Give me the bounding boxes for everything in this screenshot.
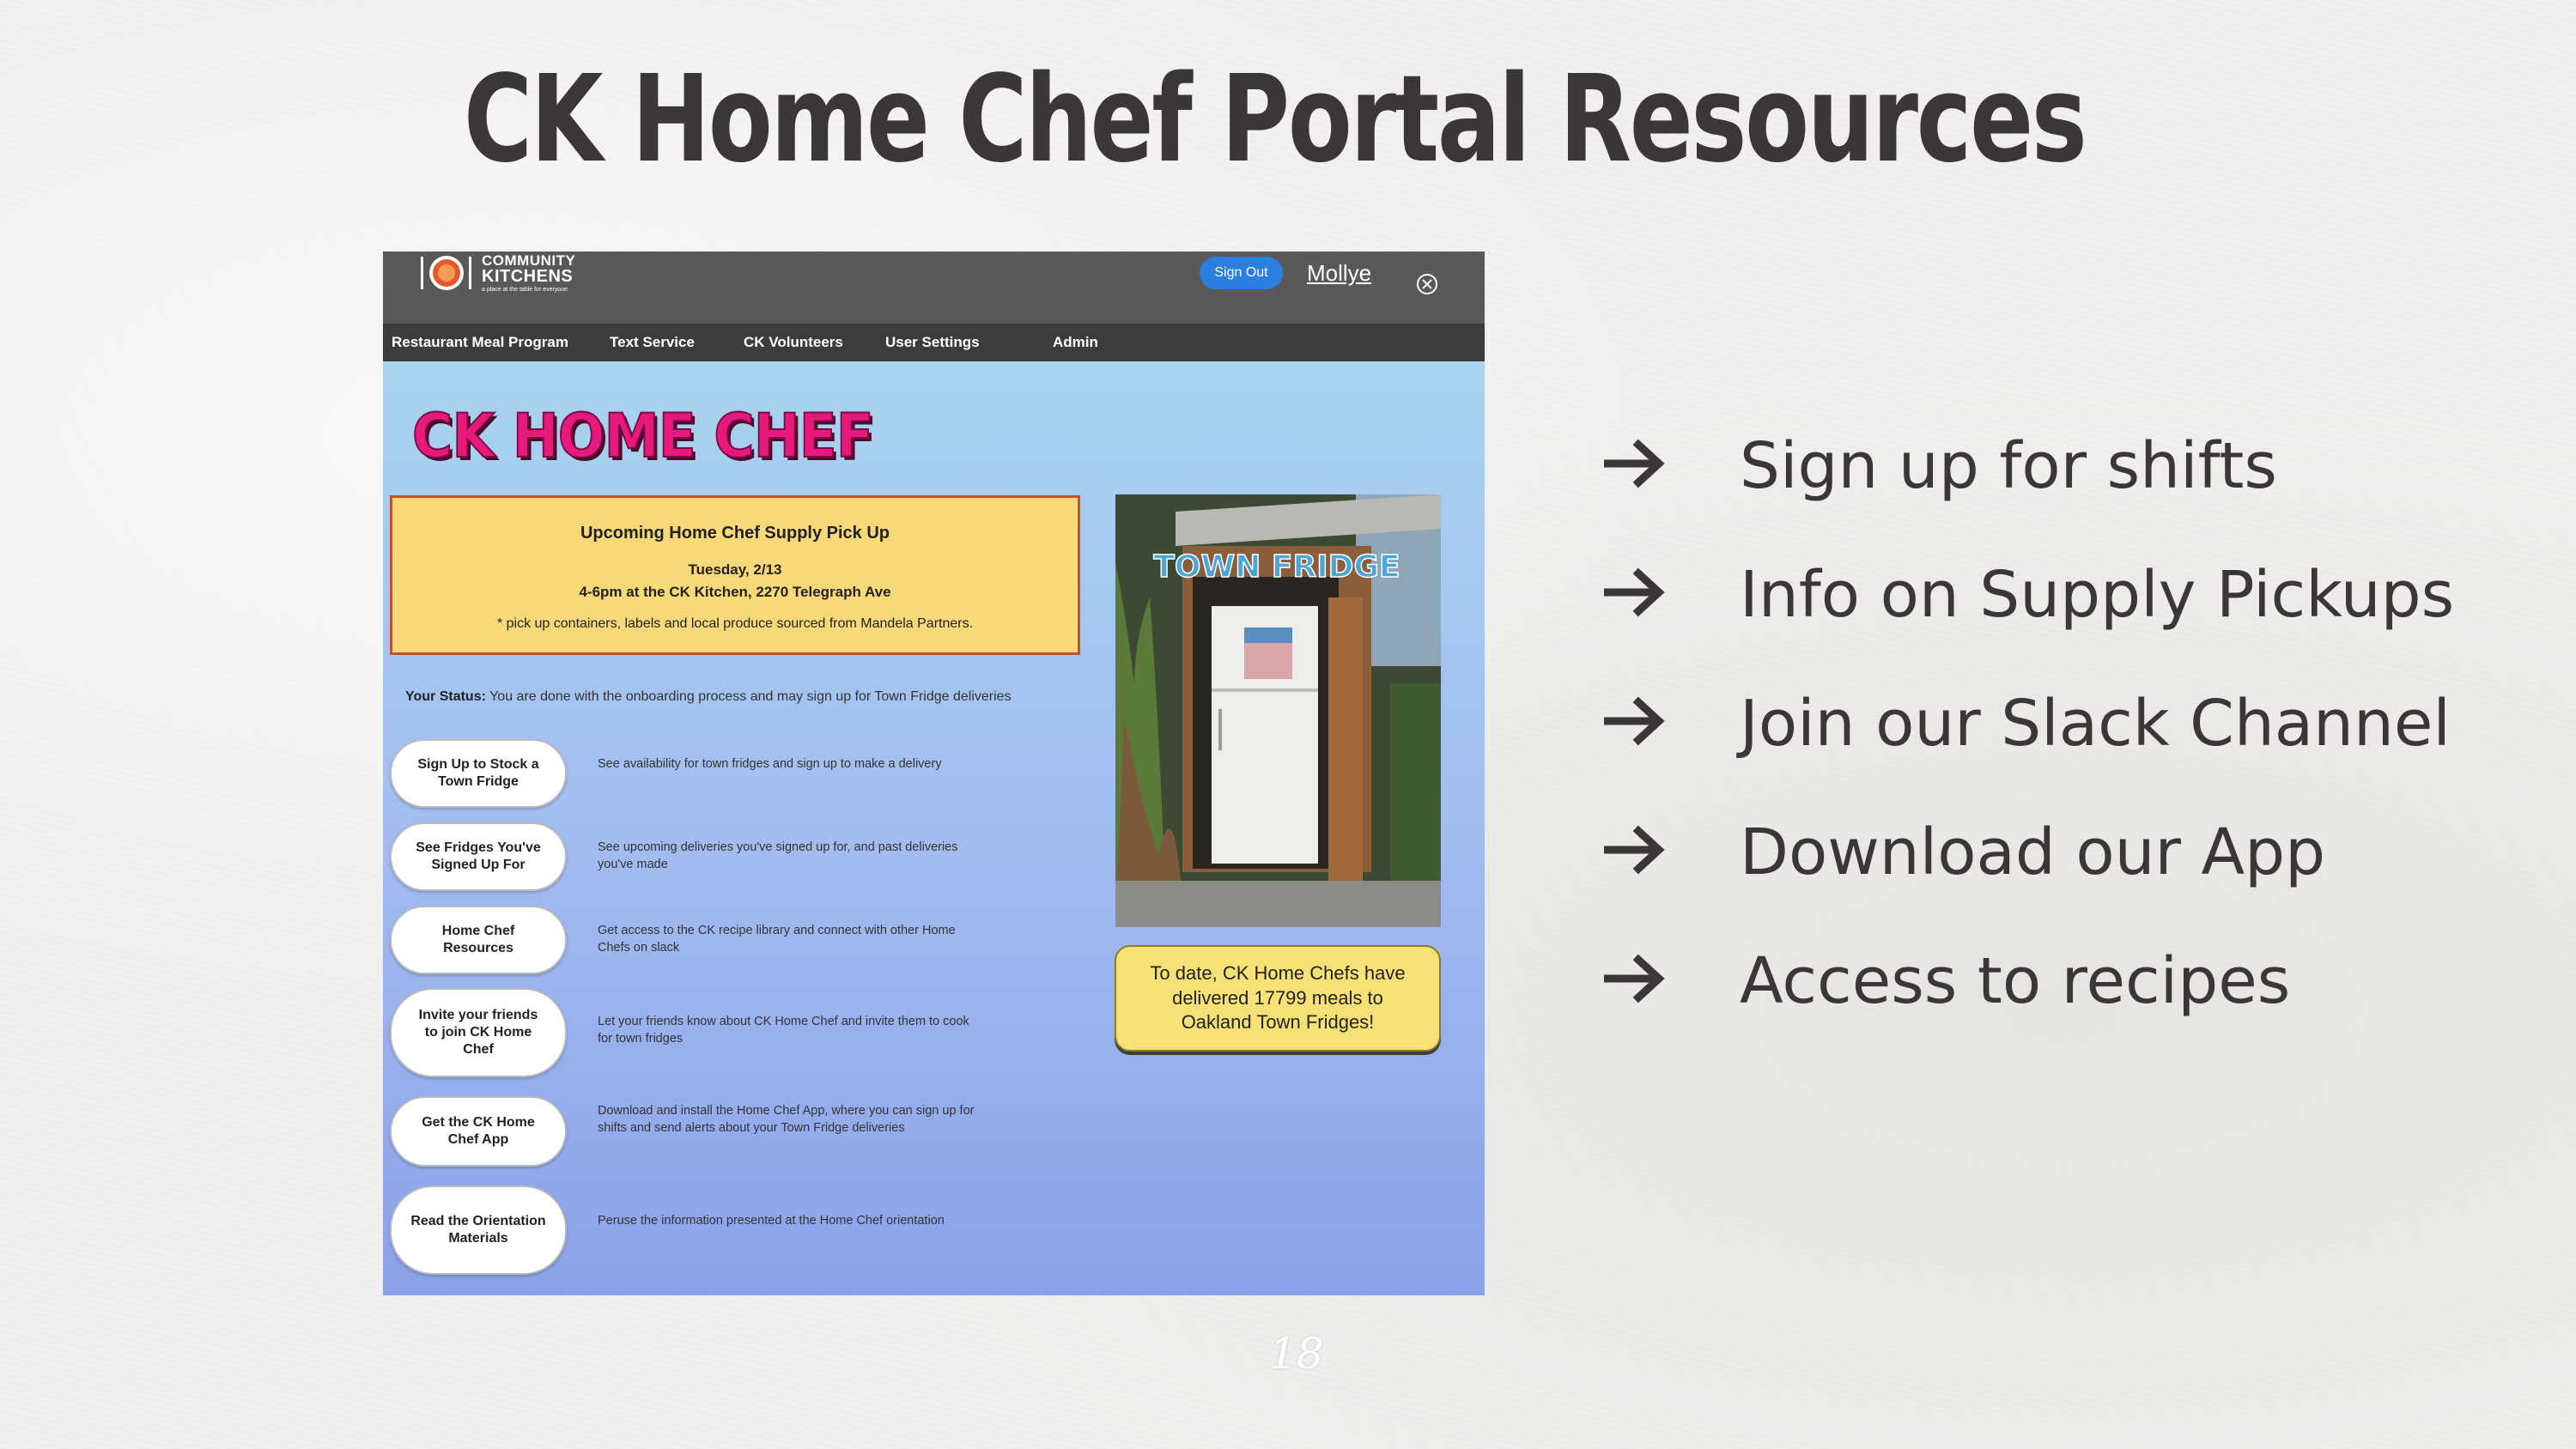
bullet-text: Sign up for shifts [1740, 429, 2277, 503]
nav-admin[interactable]: Admin [1053, 334, 1098, 351]
meals-delivered-counter: To date, CK Home Chefs have delivered 17… [1115, 945, 1441, 1052]
logo-tagline: a place at the table for everyone [482, 287, 568, 293]
bullet-text: Download our App [1740, 815, 2326, 889]
status-label: Your Status: [405, 689, 486, 704]
portal-header: COMMUNITY KITCHENS a place at the table … [383, 252, 1485, 324]
nav-ck-volunteers[interactable]: CK Volunteers [744, 334, 843, 351]
user-status: Your Status: You are done with the onboa… [405, 689, 1012, 705]
invite-friends-desc: Let your friends know about CK Home Chef… [598, 1015, 969, 1046]
see-fridges-desc: See upcoming deliveries you've signed up… [598, 840, 958, 871]
arrow-right-icon [1604, 954, 1665, 1003]
sign-up-fridge-button[interactable]: Sign Up to Stock a Town Fridge [390, 739, 567, 808]
pickup-heading: Upcoming Home Chef Supply Pick Up [580, 524, 890, 543]
see-fridges-button[interactable]: See Fridges You've Signed Up For [390, 822, 567, 891]
pickup-date: Tuesday, 2/13 [688, 561, 782, 578]
home-chef-resources-button[interactable]: Home Chef Resources [390, 906, 567, 974]
orientation-materials-button[interactable]: Read the Orientation Materials [390, 1185, 567, 1275]
arrow-right-icon [1604, 825, 1665, 875]
portal-screenshot: COMMUNITY KITCHENS a place at the table … [383, 252, 1485, 1295]
sign-out-button[interactable]: Sign Out [1200, 257, 1283, 289]
arrow-right-icon [1604, 567, 1665, 617]
get-app-desc: Download and install the Home Chef App, … [598, 1104, 975, 1135]
logo-text: COMMUNITY KITCHENS a place at the table … [482, 253, 575, 293]
user-name-link[interactable]: Mollye [1307, 260, 1371, 287]
home-chef-resources-desc: Get access to the CK recipe library and … [598, 924, 956, 955]
community-kitchens-logo [421, 256, 471, 290]
town-fridge-photo: TOWN FRIDGE [1115, 494, 1441, 927]
page-number: 18 [1269, 1329, 1324, 1379]
status-text: You are done with the onboarding process… [489, 689, 1012, 704]
close-icon[interactable] [1415, 272, 1439, 296]
bullet-text: Join our Slack Channel [1740, 687, 2451, 761]
sign-up-fridge-desc: See availability for town fridges and si… [598, 757, 942, 771]
logo-line-1: COMMUNITY [482, 252, 576, 269]
slide-title: CK Home Chef Portal Resources [464, 50, 2087, 190]
pickup-time-location: 4-6pm at the CK Kitchen, 2270 Telegraph … [579, 584, 891, 600]
arrow-right-icon [1604, 696, 1665, 746]
bullet-text: Info on Supply Pickups [1740, 558, 2455, 632]
logo-line-2: KITCHENS [482, 267, 574, 286]
portal-nav: Restaurant Meal Program Text Service CK … [383, 324, 1485, 361]
fridge-sign: TOWN FRIDGE [1153, 549, 1400, 585]
bullet-text: Access to recipes [1740, 944, 2291, 1018]
invite-friends-button[interactable]: Invite your friends to join CK Home Chef [390, 988, 567, 1077]
pickup-note: * pick up containers, labels and local p… [496, 616, 974, 631]
get-app-button[interactable]: Get the CK Home Chef App [390, 1096, 567, 1167]
nav-restaurant-meal-program[interactable]: Restaurant Meal Program [392, 334, 568, 351]
nav-text-service[interactable]: Text Service [610, 334, 695, 351]
ck-home-chef-heading: CK HOME CHEF [411, 400, 875, 472]
supply-pickup-notice: Upcoming Home Chef Supply Pick Up Tuesda… [390, 495, 1080, 655]
arrow-right-icon [1604, 439, 1665, 488]
orientation-materials-desc: Peruse the information presented at the … [598, 1214, 945, 1228]
nav-user-settings[interactable]: User Settings [885, 334, 980, 351]
